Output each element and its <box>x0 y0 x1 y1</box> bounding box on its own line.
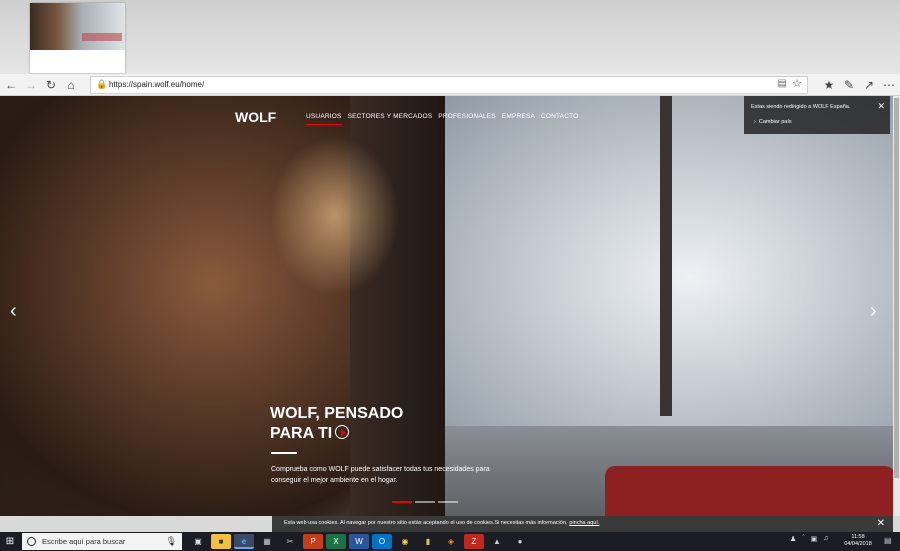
nav-contacto[interactable]: CONTACTO <box>541 113 578 125</box>
notifications-icon[interactable]: ▤ <box>884 536 892 545</box>
slider-indicators <box>392 501 458 503</box>
excel-icon[interactable]: X <box>326 534 346 549</box>
cookie-text-wrap: Esta web usa cookies. Al navegar por nue… <box>284 520 599 526</box>
favorite-star-icon[interactable]: ☆ <box>792 77 802 90</box>
url-text[interactable]: https://spain.wolf.eu/home/ <box>109 80 204 89</box>
forward-arrow-icon[interactable]: → <box>22 76 40 94</box>
slider-indicator[interactable] <box>415 501 435 503</box>
browser-toolbar: ← → ↻ ⌂ 🔒 https://spain.wolf.eu/home/ ▤ … <box>0 74 900 96</box>
reading-view-icon[interactable]: ▤ <box>778 78 787 89</box>
system-tray: ♟ ˆ ▣ ♫ <box>790 535 829 543</box>
hero-sunflare <box>270 136 400 296</box>
nav-empresa[interactable]: EMPRESA <box>502 113 535 125</box>
folder-icon[interactable]: ▮ <box>418 534 438 549</box>
favorites-icon[interactable]: ★ <box>820 76 838 94</box>
back-arrow-icon[interactable]: ← <box>2 76 20 94</box>
pen-icon[interactable]: ✎ <box>840 76 858 94</box>
scrollbar-thumb[interactable] <box>894 98 899 478</box>
hero-divider <box>271 452 297 454</box>
taskbar-search-placeholder: Escribe aquí para buscar <box>42 537 126 546</box>
taskbar-search-box[interactable]: Escribe aquí para buscar 🎙 <box>22 533 182 550</box>
tab-strip <box>0 0 900 74</box>
web-page: WOLF USUARIOS SECTORES Y MERCADOS PROFES… <box>0 96 893 516</box>
paint-icon[interactable]: ◈ <box>441 534 461 549</box>
tab-preview-image <box>30 3 125 50</box>
wolf-logo-text: WOLF <box>235 109 277 125</box>
clock-date: 04/04/2018 <box>844 541 872 547</box>
chrome-icon[interactable]: ◉ <box>395 534 415 549</box>
hero-title-line2: PARA TI <box>270 425 333 442</box>
people-icon[interactable]: ♟ <box>790 535 796 543</box>
nav-usuarios[interactable]: USUARIOS <box>306 113 342 125</box>
redirect-message: Estas siendo redirigido a WOLF España. <box>751 104 851 110</box>
tab-preview[interactable] <box>30 3 125 73</box>
task-view-icon[interactable]: ▣ <box>188 534 208 549</box>
taskbar-apps: ▣ ■ e ▦ ✂ P X W O ◉ ▮ ◈ Z ▲ ● <box>188 534 530 549</box>
hero-title-line1: WOLF, PENSADO <box>270 405 404 422</box>
powerpoint-icon[interactable]: P <box>303 534 323 549</box>
photos-icon[interactable]: ▲ <box>487 534 507 549</box>
cookie-banner: Esta web usa cookies. Al navegar por nue… <box>272 516 893 532</box>
lock-icon: 🔒 <box>96 79 108 89</box>
wolf-logo[interactable]: WOLF <box>235 109 283 125</box>
cookie-close-icon[interactable]: ✕ <box>877 518 885 529</box>
hero-red-chairs <box>605 466 893 516</box>
volume-icon[interactable]: ♫ <box>823 535 828 543</box>
file-explorer-icon[interactable]: ■ <box>211 534 231 549</box>
page-scrollbar[interactable] <box>893 96 900 516</box>
word-icon[interactable]: W <box>349 534 369 549</box>
hero-title: WOLF, PENSADO PARA TI <box>270 404 403 444</box>
store-icon[interactable]: ▦ <box>257 534 277 549</box>
more-icon[interactable]: ⋯ <box>880 76 898 94</box>
nav-profesionales[interactable]: PROFESIONALES <box>438 113 496 125</box>
clock-time: 11:58 <box>851 534 865 540</box>
microphone-icon[interactable]: 🎙 <box>166 536 177 547</box>
filezilla-icon[interactable]: Z <box>464 534 484 549</box>
change-country-link[interactable]: › Cambiar país <box>754 119 792 125</box>
hero-window-frame <box>660 96 672 416</box>
redirect-notice: Estas siendo redirigido a WOLF España. ✕… <box>744 96 890 134</box>
refresh-icon[interactable]: ↻ <box>42 76 60 94</box>
snipping-tool-icon[interactable]: ✂ <box>280 534 300 549</box>
taskbar-clock[interactable]: 11:58 04/04/2018 <box>843 534 873 548</box>
play-icon[interactable] <box>335 425 350 439</box>
cortana-icon <box>27 537 36 546</box>
hero-subtitle: Comprueba como WOLF puede satisfacer tod… <box>271 466 490 484</box>
cookie-more-info-link[interactable]: pincha aquí. <box>569 520 599 526</box>
app-icon[interactable]: ● <box>510 534 530 549</box>
windows-taskbar: ⊞ Escribe aquí para buscar 🎙 ▣ ■ e ▦ ✂ P… <box>0 532 900 551</box>
share-icon[interactable]: ↗ <box>860 76 878 94</box>
windows-start-icon[interactable]: ⊞ <box>3 535 17 548</box>
nav-sectores[interactable]: SECTORES Y MERCADOS <box>348 113 433 125</box>
edge-browser-icon[interactable]: e <box>234 534 254 549</box>
network-icon[interactable]: ▣ <box>811 535 818 543</box>
main-nav: USUARIOS SECTORES Y MERCADOS PROFESIONAL… <box>306 113 578 125</box>
outlook-icon[interactable]: O <box>372 534 392 549</box>
slider-prev-icon[interactable]: ‹ <box>10 301 17 321</box>
change-country-label: Cambiar país <box>758 119 792 125</box>
cookie-text: Esta web usa cookies. Al navegar por nue… <box>284 520 568 526</box>
address-bar[interactable]: 🔒 https://spain.wolf.eu/home/ ▤ ☆ <box>90 76 808 94</box>
close-icon[interactable]: ✕ <box>877 101 885 112</box>
slider-indicator[interactable] <box>392 501 412 503</box>
chevron-up-icon[interactable]: ˆ <box>802 535 804 543</box>
home-icon[interactable]: ⌂ <box>62 76 80 94</box>
slider-indicator[interactable] <box>438 501 458 503</box>
slider-next-icon[interactable]: › <box>870 301 877 321</box>
